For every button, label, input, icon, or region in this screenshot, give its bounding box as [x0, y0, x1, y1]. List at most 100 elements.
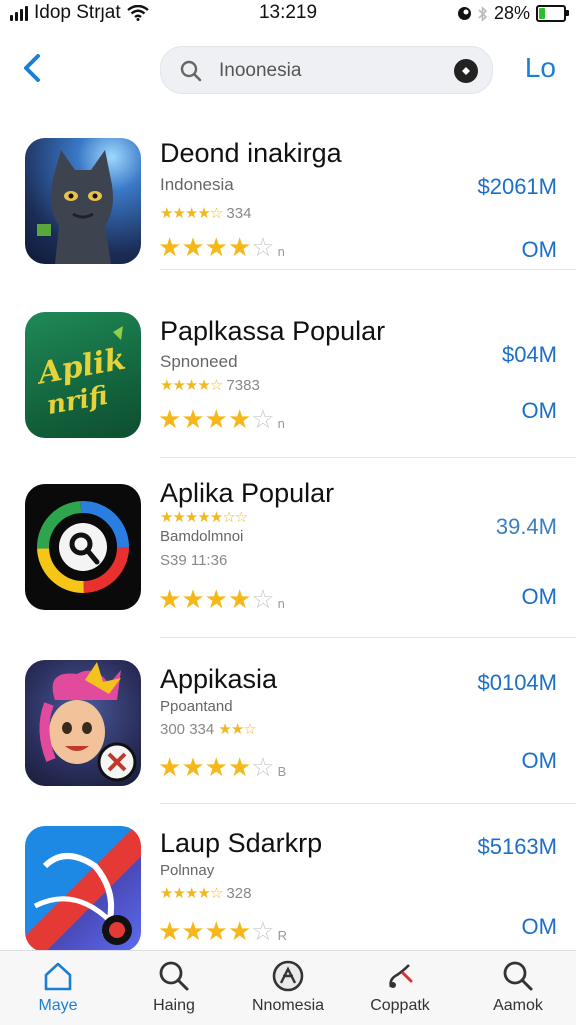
app-name: Appikasia: [160, 664, 278, 694]
list-item[interactable]: Deond inakirga Indonesia ★★★★☆ 334 ★★★★☆…: [0, 120, 576, 270]
app-subtitle: Ppoantand: [160, 698, 233, 715]
nav-action-button[interactable]: Lo: [525, 52, 556, 84]
star-filled-icon: ★: [181, 584, 205, 614]
small-star-icons: ★★★★☆: [160, 205, 223, 222]
tab-label: Maye: [38, 997, 78, 1014]
app-subtitle: Bamdolmnoi: [160, 528, 244, 545]
star-rating: ★★★★☆ R: [158, 916, 287, 947]
app-rating-line: ★★★★☆ 7383: [160, 377, 260, 394]
star-filled-icon: ★: [181, 404, 205, 434]
app-price[interactable]: $2061M: [477, 174, 557, 200]
app-size: OM: [521, 398, 557, 423]
search-icon: [180, 60, 202, 82]
small-star-icons: ★★★★★☆☆: [160, 509, 248, 526]
star-filled-icon: ★: [227, 584, 252, 614]
app-rating-line: ★★★★☆ 334: [160, 205, 252, 222]
battery-percent: 28%: [493, 3, 530, 23]
star-rating: ★★★★☆ n: [158, 232, 285, 263]
star-filled-icon: ★: [158, 404, 182, 434]
rating-suffix: R: [277, 928, 287, 943]
tab-label: Nnomesia: [251, 997, 325, 1014]
app-price[interactable]: $0104M: [477, 670, 557, 696]
search-icon: [503, 961, 533, 991]
star-filled-icon: ★: [227, 916, 252, 946]
small-star-icons: ★★★★☆: [160, 377, 223, 394]
list-item[interactable]: Laup Sdarkrp Polnnay ★★★★☆ 328 ★★★★☆ R $5…: [0, 804, 576, 952]
search-field[interactable]: [160, 46, 493, 94]
star-rating: ★★★★☆ B: [158, 752, 286, 783]
star-filled-icon: ★: [181, 232, 205, 262]
home-icon: [44, 962, 72, 991]
star-filled-icon: ★: [204, 916, 228, 946]
app-size: OM: [521, 584, 557, 609]
tab-bar: Maye Haing Nnomesia Coppatk Aamok: [0, 950, 576, 1025]
app-rating-line: S39 11:36: [160, 552, 228, 569]
star-rating: ★★★★☆ n: [158, 584, 285, 615]
status-bar: Idop Strȷat 13:219 28%: [0, 0, 576, 26]
compass-icon: [272, 960, 304, 992]
app-price[interactable]: 39.4M: [496, 514, 557, 540]
search-icon: [159, 961, 189, 991]
navigation-bar: Lo: [0, 40, 576, 98]
star-filled-icon: ★: [204, 752, 228, 782]
star-filled-icon: ★: [204, 404, 228, 434]
app-size: OM: [521, 748, 557, 773]
star-rating: ★★★★☆ n: [158, 404, 285, 435]
app-icon: [25, 138, 141, 264]
chevron-left-icon[interactable]: [18, 50, 48, 86]
tab-label: Coppatk: [370, 997, 430, 1014]
tab-maye[interactable]: Maye: [0, 959, 116, 1015]
star-filled-icon: ★: [158, 232, 182, 262]
app-icon: [25, 484, 141, 610]
tab-label: Haing: [153, 997, 195, 1014]
star-filled-icon: ★: [227, 404, 252, 434]
app-rating-line: 300 334 ★★☆: [160, 721, 257, 738]
rating-suffix: B: [277, 764, 287, 779]
app-subtitle: Polnnay: [160, 862, 215, 879]
app-name: Deond inakirga: [160, 138, 342, 168]
star-empty-icon: ☆: [251, 404, 275, 434]
star-empty-icon: ☆: [251, 752, 275, 782]
app-rating-line: ★★★★☆ 328: [160, 885, 252, 902]
app-size: OM: [521, 914, 557, 939]
rating-suffix: n: [277, 416, 285, 431]
app-price[interactable]: $04M: [502, 342, 557, 368]
tab-haing[interactable]: Haing: [116, 959, 232, 1015]
tab-label: Aamok: [493, 997, 543, 1014]
star-filled-icon: ★: [227, 752, 252, 782]
app-name: Paplkassa Popular: [160, 316, 386, 346]
rating-suffix: n: [277, 596, 285, 611]
star-filled-icon: ★: [227, 232, 252, 262]
list-item[interactable]: Appikasia Ppoantand 300 334 ★★☆ ★★★★☆ B $…: [0, 638, 576, 804]
star-filled-icon: ★: [181, 916, 205, 946]
star-filled-icon: ★: [158, 752, 182, 782]
tab-coppatk[interactable]: Coppatk: [342, 959, 458, 1015]
star-filled-icon: ★: [158, 584, 182, 614]
app-price[interactable]: $5163M: [477, 834, 557, 860]
app-subtitle: Indonesia: [160, 175, 234, 194]
star-filled-icon: ★: [181, 752, 205, 782]
small-star-icons: ★★★★☆: [160, 885, 223, 902]
star-empty-icon: ☆: [251, 584, 275, 614]
app-icon: [25, 826, 141, 952]
pen-icon: [389, 964, 413, 988]
app-size: OM: [521, 237, 557, 262]
app-icon: Aplik nrifi: [25, 312, 141, 438]
tab-aamok[interactable]: Aamok: [460, 959, 576, 1015]
star-filled-icon: ★: [204, 584, 228, 614]
star-filled-icon: ★: [158, 916, 182, 946]
battery-icon: [536, 5, 569, 22]
tab-nnomesia[interactable]: Nnomesia: [230, 959, 346, 1015]
app-icon: [25, 660, 141, 786]
star-empty-icon: ☆: [251, 232, 275, 262]
app-subtitle: Spnoneed: [160, 352, 238, 371]
clear-search-icon[interactable]: [454, 59, 478, 83]
rating-suffix: n: [277, 244, 285, 259]
small-star-icons: ★★☆: [218, 721, 256, 738]
list-item[interactable]: Aplika Popular ★★★★★☆☆ Bamdolmnoi S39 11…: [0, 458, 576, 638]
app-name: Aplika Popular: [160, 478, 335, 508]
star-filled-icon: ★: [204, 232, 228, 262]
search-input[interactable]: [217, 55, 441, 87]
list-item[interactable]: Aplik nrifi Paplkassa Popular Spnoneed ★…: [0, 290, 576, 458]
star-empty-icon: ☆: [251, 916, 275, 946]
